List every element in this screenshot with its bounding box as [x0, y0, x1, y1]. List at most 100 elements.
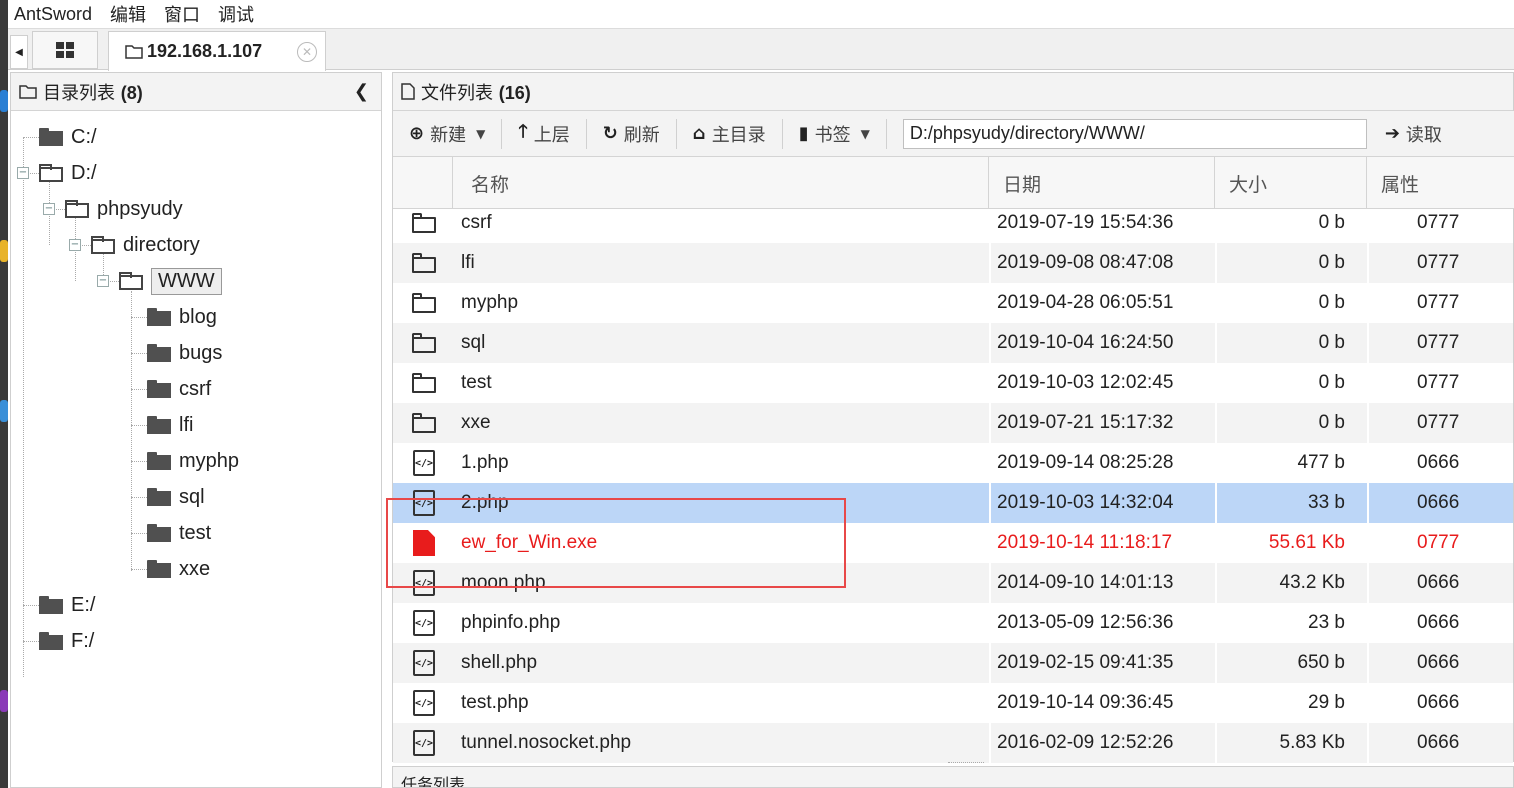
tree-node-bugs[interactable]: bugs — [147, 335, 222, 371]
file-row[interactable]: lfi 2019-09-08 08:47:08 0 b 0777 — [393, 243, 1513, 283]
file-attr: 0777 — [1367, 243, 1513, 283]
file-row[interactable]: </> test.php 2019-10-14 09:36:45 29 b 0666 — [393, 683, 1513, 723]
tree-node-label: C:/ — [71, 125, 97, 148]
task-panel-header[interactable]: 任务列表 — [392, 766, 1514, 788]
tree-node-myphp[interactable]: myphp — [147, 443, 239, 479]
file-row[interactable]: ew_for_Win.exe 2019-10-14 11:18:17 55.61 K… — [393, 523, 1513, 563]
tree-node-lfi[interactable]: lfi — [147, 407, 193, 443]
home-button[interactable]: ⌂ 主目录 — [677, 118, 783, 149]
file-type-cell: </> — [409, 483, 439, 523]
file-row[interactable]: test 2019-10-03 12:02:45 0 b 0777 — [393, 363, 1513, 403]
file-name: test.php — [461, 692, 529, 713]
file-type-cell — [409, 403, 439, 443]
file-row[interactable]: </> phpinfo.php 2013-05-09 12:56:36 23 b 066… — [393, 603, 1513, 643]
tree-node-label: xxe — [179, 557, 211, 580]
tab-host-label: 192.168.1.107 — [147, 41, 263, 61]
code-file-icon: </> — [413, 650, 435, 676]
new-label: 新建 — [430, 124, 467, 146]
file-date: 2019-04-28 06:05:51 — [989, 283, 1209, 323]
file-list: csrf 2019-07-19 15:54:36 0 b 0777 lfi 2019-09… — [393, 209, 1514, 763]
tree-node-label: D:/ — [71, 161, 97, 184]
tree-node-label: directory — [123, 233, 200, 256]
bookmark-button[interactable]: ▮ 书签 ▼ — [783, 118, 887, 149]
file-row[interactable]: csrf 2019-07-19 15:54:36 0 b 0777 — [393, 209, 1513, 243]
header-size[interactable]: 大小 — [1215, 157, 1367, 209]
folder-icon — [39, 128, 63, 146]
menu-debug[interactable]: 调试 — [212, 1, 260, 27]
code-file-icon: </> — [413, 730, 435, 756]
file-row[interactable]: </> 1.php 2019-09-14 08:25:28 477 b 0666 — [393, 443, 1513, 483]
menu-window[interactable]: 窗口 — [158, 1, 206, 27]
file-row[interactable]: </> moon.php 2014-09-10 14:01:13 43.2 Kb 066… — [393, 563, 1513, 603]
file-name: lfi — [461, 252, 475, 273]
file-date: 2016-02-09 12:52:26 — [989, 723, 1209, 763]
folder-icon — [39, 632, 63, 650]
home-label: 主目录 — [711, 124, 766, 146]
tree-node-d[interactable]: D:/ — [39, 155, 97, 191]
read-label: 读取 — [1405, 124, 1442, 146]
path-input[interactable]: D:/phpsyudy/directory/WWW/ — [902, 118, 1367, 149]
file-name: 1.php — [461, 452, 509, 473]
task-panel-title: 任务列表 — [401, 775, 466, 788]
tab-scroll-left-button[interactable]: ◀ — [10, 35, 28, 69]
tree-node-c[interactable]: C:/ — [39, 119, 97, 155]
file-attr: 0777 — [1367, 323, 1513, 363]
file-type-cell: </> — [409, 603, 439, 643]
file-size: 477 b — [1215, 443, 1363, 483]
tree-node-label: sql — [179, 485, 205, 508]
folder-open-icon — [65, 200, 89, 218]
tree-node-sql[interactable]: sql — [147, 479, 205, 515]
tree-node-www[interactable]: WWW — [119, 263, 222, 299]
collapse-phpsyudy-icon[interactable]: − — [43, 203, 55, 215]
header-name[interactable]: 名称 — [453, 157, 989, 209]
new-button[interactable]: ⊕ 新建 ▼ — [393, 118, 503, 149]
file-date: 2014-09-10 14:01:13 — [989, 563, 1209, 603]
close-icon[interactable]: ✕ — [297, 42, 317, 62]
file-date: 2019-10-03 12:02:45 — [989, 363, 1209, 403]
tree-node-directory[interactable]: directory — [91, 227, 200, 263]
file-type-cell — [409, 243, 439, 283]
tree-node-e[interactable]: E:/ — [39, 587, 95, 623]
desktop-edge — [0, 0, 8, 788]
file-name: moon.php — [461, 572, 546, 593]
file-icon — [401, 83, 415, 100]
file-attr: 0666 — [1367, 483, 1513, 523]
folder-icon — [19, 85, 37, 99]
header-date[interactable]: 日期 — [989, 157, 1215, 209]
tree-node-phpsyudy[interactable]: phpsyudy — [65, 191, 183, 227]
collapse-directory-icon[interactable]: − — [69, 239, 81, 251]
code-file-icon: </> — [413, 450, 435, 476]
file-size: 23 b — [1215, 603, 1363, 643]
file-row[interactable]: xxe 2019-07-21 15:17:32 0 b 0777 — [393, 403, 1513, 443]
folder-icon — [39, 596, 63, 614]
file-row[interactable]: </> tunnel.nosocket.php 2016-02-09 12:52:2… — [393, 723, 1513, 763]
tree-node-csrf[interactable]: csrf — [147, 371, 211, 407]
menu-edit[interactable]: 编辑 — [104, 1, 152, 27]
tree-node-test[interactable]: test — [147, 515, 211, 551]
tree-node-label: bugs — [179, 341, 223, 364]
tab-host[interactable]: 192.168.1.107 ✕ — [108, 31, 326, 71]
tree-node-label: myphp — [179, 449, 240, 472]
file-row[interactable]: </> 2.php 2019-10-03 14:32:04 33 b 0666 — [393, 483, 1513, 523]
collapse-d-icon[interactable]: − — [17, 167, 29, 179]
read-button[interactable]: ➔ 读取 — [1385, 121, 1442, 147]
folder-icon — [412, 413, 436, 433]
refresh-icon: ↻ — [602, 123, 618, 144]
refresh-button[interactable]: ↻ 刷新 — [587, 118, 677, 149]
collapse-www-icon[interactable]: − — [97, 275, 109, 287]
menu-antsword[interactable]: AntSword — [8, 4, 98, 25]
file-row[interactable]: sql 2019-10-04 16:24:50 0 b 0777 — [393, 323, 1513, 363]
tree-node-label: phpsyudy — [97, 197, 183, 220]
tree-node-xxe[interactable]: xxe — [147, 551, 210, 587]
splitter-handle[interactable] — [948, 762, 984, 764]
up-button[interactable]: 🡑 上层 — [502, 118, 587, 149]
file-row[interactable]: myphp 2019-04-28 06:05:51 0 b 0777 — [393, 283, 1513, 323]
tree-node-blog[interactable]: blog — [147, 299, 217, 335]
file-type-cell — [409, 363, 439, 403]
header-attr[interactable]: 属性 — [1367, 157, 1514, 209]
tab-home-grid[interactable] — [32, 31, 98, 69]
tree-node-f[interactable]: F:/ — [39, 623, 94, 659]
collapse-panel-icon[interactable]: ❮ — [354, 81, 369, 102]
file-row[interactable]: </> shell.php 2019-02-15 09:41:35 650 b 0666 — [393, 643, 1513, 683]
file-size: 33 b — [1215, 483, 1363, 523]
